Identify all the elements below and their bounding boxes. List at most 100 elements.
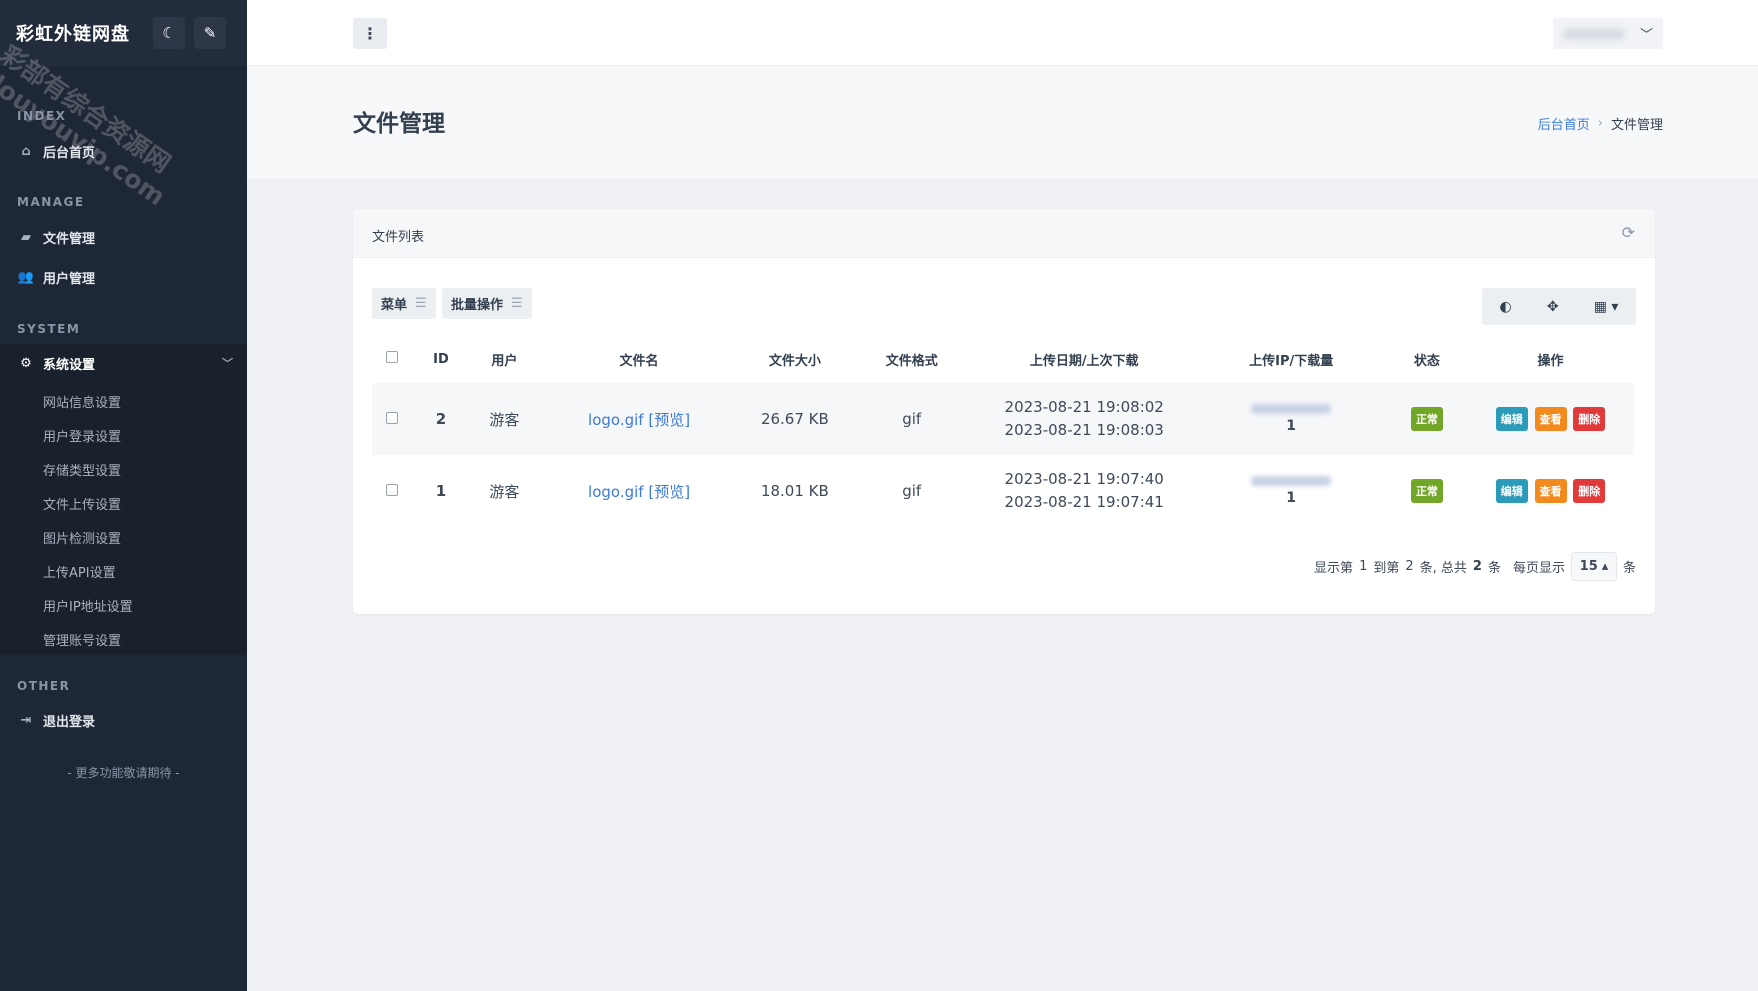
users-icon: 👥 — [17, 269, 35, 285]
batch-actions-button[interactable]: 批量操作 ☰ — [442, 288, 532, 319]
upload-date: 2023-08-21 19:08:02 — [1004, 398, 1164, 416]
cell-ip: 1 — [1195, 455, 1386, 527]
file-list-card: 文件列表 ⟳ 菜单 ☰ 批量操作 ☰ ◐ ✥ ▦ ▾ ID 用户 文件名 文件大… — [353, 209, 1655, 614]
breadcrumb-home-link[interactable]: 后台首页 — [1538, 114, 1590, 133]
ip-address-blurred — [1251, 476, 1332, 486]
sidebar-item-label: 退出登录 — [43, 714, 96, 730]
cell-filename: logo.gif [预览] — [539, 455, 739, 527]
col-user[interactable]: 用户 — [470, 335, 539, 383]
breadcrumb-current: 文件管理 — [1610, 118, 1663, 133]
section-index: INDEX — [17, 109, 67, 123]
more-vertical-icon: ⋮ — [362, 24, 378, 43]
col-id[interactable]: ID — [412, 335, 470, 383]
moon-icon: ☾ — [162, 24, 176, 42]
edit-button[interactable]: 编辑 — [1495, 407, 1528, 431]
batch-button-label: 批量操作 — [451, 298, 504, 313]
table-tools: ◐ ✥ ▦ ▾ — [1482, 288, 1636, 325]
select-all-cell — [372, 335, 412, 383]
col-actions: 操作 — [1537, 353, 1564, 369]
cell-ip: 1 — [1195, 383, 1386, 455]
col-ip[interactable]: 上传IP/下载量 — [1195, 335, 1386, 383]
menu-button-label: 菜单 — [381, 298, 408, 313]
view-button[interactable]: 查看 — [1534, 479, 1567, 503]
submenu-item[interactable]: 网站信息设置 — [43, 392, 121, 411]
sidebar-item-logout[interactable]: ⇥ 退出登录 — [0, 701, 247, 739]
cell-filename: logo.gif [预览] — [539, 383, 739, 455]
delete-button[interactable]: 删除 — [1573, 407, 1606, 431]
user-name-blurred — [1563, 28, 1625, 40]
page-title: 文件管理 — [353, 111, 445, 137]
row-checkbox[interactable] — [386, 484, 399, 496]
user-menu[interactable]: ﹀ — [1553, 18, 1663, 49]
download-count: 1 — [1286, 418, 1297, 434]
topbar: ⋮ ﹀ — [247, 0, 1758, 66]
submenu-item[interactable]: 存储类型设置 — [43, 460, 121, 479]
view-button[interactable]: 查看 — [1534, 407, 1567, 431]
brand-logo[interactable]: 彩虹外链网盘 — [16, 20, 130, 46]
row-select-cell — [372, 383, 412, 455]
table-header-row: ID 用户 文件名 文件大小 文件格式 上传日期/上次下载 上传IP/下载量 状… — [372, 335, 1634, 383]
select-all-checkbox[interactable] — [386, 351, 399, 363]
dark-mode-button[interactable]: ☾ — [153, 17, 185, 49]
last-download: 2023-08-21 19:07:41 — [1004, 493, 1164, 511]
refresh-icon[interactable]: ⟳ — [1622, 223, 1635, 242]
sidebar-item-settings[interactable]: ⚙ 系统设置 ﹀ — [0, 344, 247, 382]
pager-text: 条 — [1622, 561, 1636, 576]
chevron-down-icon: ﹀ — [222, 357, 233, 370]
cell-dates: 2023-08-21 19:08:02 2023-08-21 19:08:03 — [973, 383, 1196, 455]
cell-dates: 2023-08-21 19:07:40 2023-08-21 19:07:41 — [973, 455, 1196, 527]
pager-text: 条, 总共 — [1419, 561, 1467, 576]
page-size-value: 15 — [1579, 559, 1598, 574]
preview-link[interactable]: [预览] — [648, 411, 690, 429]
row-checkbox[interactable] — [386, 412, 399, 424]
submenu-item[interactable]: 图片检测设置 — [43, 528, 121, 547]
row-select-cell — [372, 455, 412, 527]
table-row: 1 游客 logo.gif [预览] 18.01 KB gif 2023-08-… — [372, 455, 1634, 527]
pager-to: 2 — [1405, 559, 1414, 574]
menu-lines-icon: ☰ — [415, 296, 427, 311]
col-size[interactable]: 文件大小 — [739, 335, 850, 383]
preview-link[interactable]: [预览] — [648, 483, 690, 501]
sidebar-toggle-button[interactable]: ⋮ — [353, 18, 387, 49]
cell-actions: 编辑 查看 删除 — [1467, 455, 1634, 527]
menu-button[interactable]: 菜单 ☰ — [372, 288, 436, 319]
col-status[interactable]: 状态 — [1387, 335, 1467, 383]
gear-icon: ⚙ — [20, 355, 32, 371]
brush-icon: ✎ — [203, 24, 217, 42]
page-size-select[interactable]: 15 ▴ — [1570, 552, 1617, 581]
file-link[interactable]: logo.gif — [588, 411, 644, 429]
theme-button[interactable]: ✎ — [194, 17, 226, 49]
col-filename[interactable]: 文件名 — [539, 335, 739, 383]
fullscreen-icon[interactable]: ✥ — [1547, 299, 1559, 315]
sidebar-item-files[interactable]: ▰ 文件管理 — [0, 218, 247, 256]
cell-size: 18.01 KB — [760, 482, 829, 500]
submenu-item[interactable]: 上传API设置 — [43, 562, 116, 581]
sidebar-item-users[interactable]: 👥 用户管理 — [0, 258, 247, 296]
submenu-item[interactable]: 用户IP地址设置 — [43, 596, 133, 615]
sidebar-item-label: 系统设置 — [43, 357, 96, 373]
menu-lines-icon: ☰ — [511, 296, 523, 311]
pager-text: 条 — [1487, 561, 1501, 576]
col-dates[interactable]: 上传日期/上次下载 — [973, 335, 1196, 383]
card-title: 文件列表 — [372, 230, 425, 245]
page-header: 文件管理 后台首页 › 文件管理 — [247, 66, 1758, 179]
delete-button[interactable]: 删除 — [1573, 479, 1606, 503]
col-format[interactable]: 文件格式 — [851, 335, 973, 383]
cell-user: 游客 — [489, 482, 520, 501]
submenu-item[interactable]: 用户登录设置 — [43, 426, 121, 445]
sidebar-item-home[interactable]: ⌂ 后台首页 — [0, 132, 247, 170]
columns-icon[interactable]: ▦ ▾ — [1594, 299, 1619, 315]
settings-submenu: 网站信息设置 用户登录设置 存储类型设置 文件上传设置 图片检测设置 上传API… — [0, 382, 247, 655]
cell-user: 游客 — [489, 410, 520, 429]
cell-format: gif — [902, 410, 922, 428]
pager-total: 2 — [1472, 559, 1482, 574]
submenu-item[interactable]: 管理账号设置 — [43, 630, 121, 649]
last-download: 2023-08-21 19:08:03 — [1004, 421, 1164, 439]
submenu-item[interactable]: 文件上传设置 — [43, 494, 121, 513]
toggle-view-icon[interactable]: ◐ — [1500, 299, 1512, 315]
edit-button[interactable]: 编辑 — [1495, 479, 1528, 503]
sidebar-item-label: 后台首页 — [43, 145, 96, 161]
pager-from: 1 — [1359, 559, 1368, 574]
sidebar-item-label: 用户管理 — [43, 271, 96, 287]
file-link[interactable]: logo.gif — [588, 483, 644, 501]
